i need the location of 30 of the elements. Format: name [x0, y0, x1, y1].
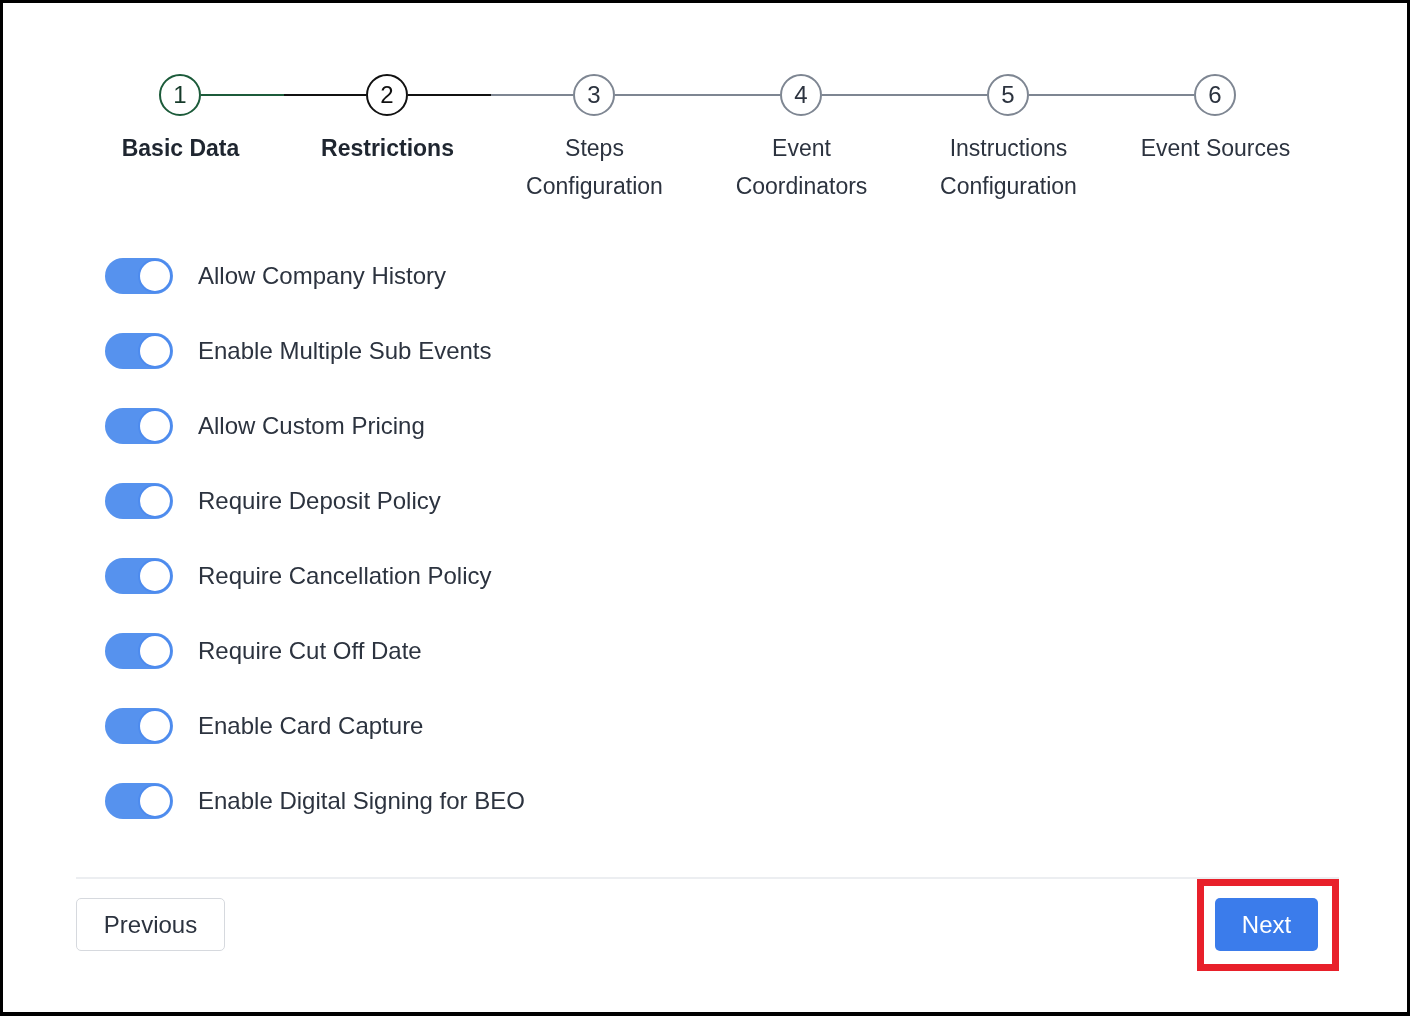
toggle-switch[interactable]: [105, 632, 173, 669]
step-circle: 5: [987, 74, 1029, 116]
setting-label: Enable Card Capture: [198, 711, 424, 740]
step-circle: 6: [1194, 74, 1236, 116]
toggle-switch[interactable]: [105, 407, 173, 444]
toggle-switch[interactable]: [105, 332, 173, 369]
previous-button[interactable]: Previous: [76, 898, 225, 951]
toggle-switch[interactable]: [105, 482, 173, 519]
toggle-switch[interactable]: [105, 557, 173, 594]
step-label: Basic Data: [121, 134, 240, 163]
step-label: Event Coordinators: [734, 134, 869, 201]
toggle-switch[interactable]: [105, 257, 173, 294]
toggle-switch[interactable]: [105, 707, 173, 744]
setting-label: Require Cancellation Policy: [198, 561, 492, 590]
setting-label: Enable Multiple Sub Events: [198, 336, 492, 365]
step-label: Event Sources: [1140, 134, 1291, 163]
setting-label: Require Cut Off Date: [198, 636, 422, 665]
step-circle: 1: [159, 74, 201, 116]
next-button[interactable]: Next: [1215, 898, 1318, 951]
setting-label: Require Deposit Policy: [198, 486, 441, 515]
step-circle: 3: [573, 74, 615, 116]
step-circle: 4: [780, 74, 822, 116]
toggle-switch[interactable]: [105, 782, 173, 819]
setting-label: Allow Custom Pricing: [198, 411, 425, 440]
step-circle: 2: [366, 74, 408, 116]
setting-label: Enable Digital Signing for BEO: [198, 786, 525, 815]
step-label: Restrictions: [321, 134, 454, 163]
step-label: Instructions Configuration: [939, 134, 1078, 201]
step-label: Steps Configuration: [525, 134, 664, 201]
setting-label: Allow Company History: [198, 261, 447, 290]
